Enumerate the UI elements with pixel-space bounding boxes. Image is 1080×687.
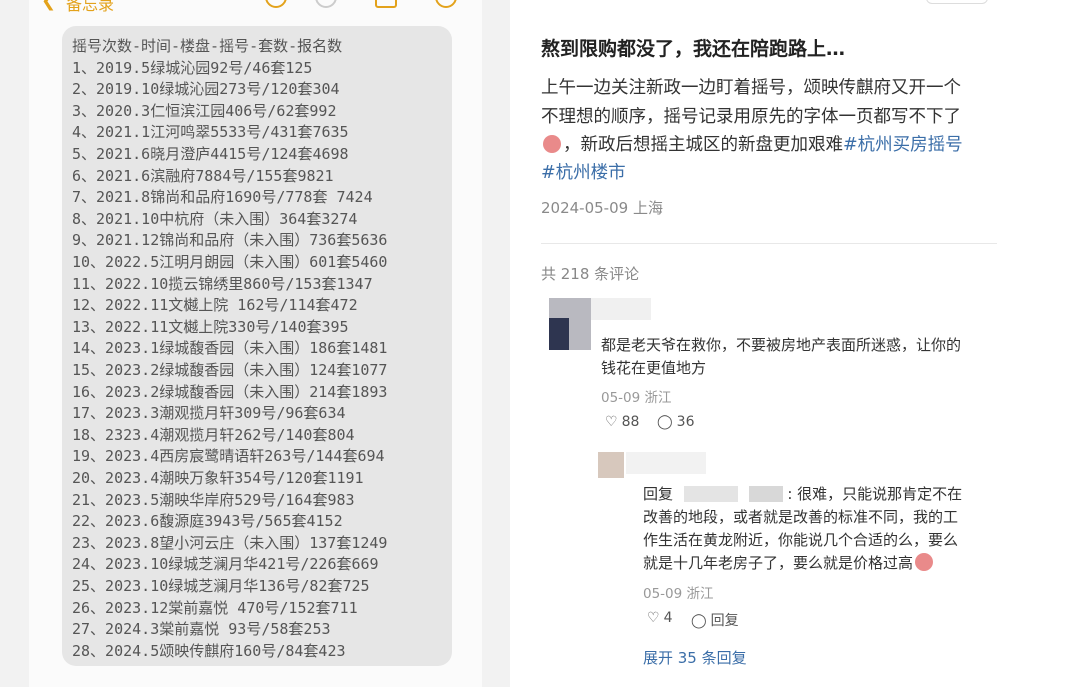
post-body-line: 上午一边关注新政一边盯着摇号，颂映传麒府又开一个 [541, 78, 961, 98]
more-icon[interactable] [435, 0, 457, 8]
reply-meta: 05-09 浙江 [643, 586, 714, 602]
like-button[interactable]: ♡ 88 [605, 414, 639, 430]
note-line: 21、2023.5潮映华岸府529号/164套983 [72, 490, 355, 509]
note-line: 3、2020.3仁恒滨江园406号/62套992 [72, 101, 337, 120]
note-line: 14、2023.1绿城馥香园（未入围）186套1481 [72, 339, 388, 358]
heart-outline-icon: ♡ [605, 414, 618, 430]
notes-nav-bar: ❮ 备忘录 [29, 0, 482, 18]
post-title: 熬到限购都没了，我还在陪跑路上… [541, 38, 846, 60]
undo-icon[interactable] [265, 0, 287, 8]
heart-outline-icon: ♡ [647, 610, 660, 626]
blurred-username [626, 452, 706, 474]
like-count: 4 [663, 610, 673, 626]
note-line: 2、2019.10绿城沁园273号/120套304 [72, 80, 340, 99]
speech-bubble-icon: ◯ [657, 414, 673, 430]
avatar[interactable] [598, 452, 624, 478]
blurred-mention [748, 486, 783, 502]
note-line: 27、2024.3棠前嘉悦 93号/58套253 [72, 620, 331, 639]
like-count: 88 [621, 414, 640, 430]
reply-text: 改善的地段，或者就是改善的标准不同，我的工 [643, 508, 959, 526]
note-line: 18、2323.4潮观揽月轩262号/140套804 [72, 425, 355, 444]
hashtag-link[interactable]: #杭州买房摇号 [843, 135, 963, 155]
crying-face-emoji-icon [915, 553, 934, 571]
follow-button[interactable] [926, 0, 988, 4]
reply-count: 36 [676, 414, 695, 430]
redo-icon[interactable] [315, 0, 337, 8]
reply-text: 就是十几年老房子了，要么就是价格过高 [643, 554, 914, 572]
hashtag-link[interactable]: #杭州楼市 [541, 163, 626, 183]
post-body-line-4: #杭州楼市 [541, 159, 626, 184]
post-meta: 2024-05-09 上海 [541, 199, 663, 217]
note-line: 22、2023.6馥源庭3943号/565套4152 [72, 512, 343, 531]
note-line: 17、2023.3潮观揽月轩309号/96套634 [72, 404, 346, 423]
back-chevron-icon[interactable]: ❮ [41, 0, 56, 11]
post-body-line: 不理想的顺序，摇号记录用原先的字体一页都写不下了 [541, 107, 961, 127]
note-line: 13、2022.11文樾上院330号/140套395 [72, 317, 349, 336]
note-line: 1、2019.5绿城沁园92号/46套125 [72, 58, 313, 77]
note-line: 28、2024.5颂映传麒府160号/84套423 [72, 641, 346, 660]
speech-bubble-icon: ◯ [691, 613, 707, 629]
note-line: 摇号次数-时间-楼盘-摇号-套数-报名数 [72, 37, 343, 55]
expand-replies-link[interactable]: 展开 35 条回复 [643, 647, 747, 668]
note-line: 5、2021.6晓月澄庐4415号/124套4698 [72, 145, 349, 163]
note-line: 6、2021.6滨融府7884号/155套9821 [72, 166, 334, 185]
comment-meta: 05-09 浙江 [601, 390, 672, 406]
note-line: 10、2022.5江明月朗园（未入围）601套5460 [72, 253, 388, 271]
divider [541, 243, 997, 244]
note-line: 12、2022.11文樾上院 162号/114套472 [72, 296, 358, 315]
note-line: 20、2023.4潮映万象轩354号/120套1191 [72, 469, 364, 487]
note-line: 15、2023.2绿城馥香园（未入围）124套1077 [72, 361, 388, 379]
reply-line-1: 回复 : 很难，只能说那肯定不在 [643, 483, 962, 504]
like-button[interactable]: ♡ 4 [647, 610, 672, 626]
share-icon[interactable] [375, 0, 397, 8]
note-line: 9、2021.12锦尚和品府（未入围）736套5636 [72, 231, 388, 250]
comment-text: 钱花在更值地方 [601, 359, 707, 377]
reply-prefix: 回复 [643, 485, 674, 503]
blurred-mention [683, 486, 738, 502]
reply-button[interactable]: ◯ 回复 [691, 610, 739, 630]
note-line: 25、2023.10绿城芝澜月华136号/82套725 [72, 577, 370, 595]
note-line: 16、2023.2绿城馥香园（未入围）214套1893 [72, 382, 388, 401]
post-body-line-3: ，新政后想摇主城区的新盘更加艰难#杭州买房摇号 [541, 131, 963, 156]
note-line: 8、2021.10中杭府（未入围）364套3274 [72, 209, 358, 228]
note-line: 26、2023.12棠前嘉悦 470号/152套711 [72, 598, 358, 617]
comment-text: 都是老天爷在救你，不要被房地产表面所迷惑，让你的 [601, 336, 962, 354]
note-line: 7、2021.8锦尚和品府1690号/778套 7424 [72, 188, 373, 207]
back-button-label[interactable]: 备忘录 [66, 0, 114, 15]
note-line: 11、2022.10揽云锦绣里860号/153套1347 [72, 274, 373, 293]
note-line: 19、2023.4西房宸鹭晴语轩263号/144套694 [72, 447, 385, 466]
reply-text: 作生活在黄龙附近，你能说几个合适的么，要么 [643, 531, 959, 549]
post-body-text: ，新政后想摇主城区的新盘更加艰难 [563, 135, 843, 155]
reply-line-4: 就是十几年老房子了，要么就是价格过高 [643, 552, 935, 573]
avatar-detail [549, 318, 569, 350]
blurred-username [591, 298, 651, 320]
crying-face-emoji-icon [543, 135, 561, 153]
comment-reply-button[interactable]: ◯ 36 [657, 414, 695, 430]
note-line: 24、2023.10绿城芝澜月华421号/226套669 [72, 555, 379, 574]
comment-count: 共 218 条评论 [541, 265, 640, 283]
reply-text: : 很难，只能说那肯定不在 [787, 485, 963, 503]
reply-label: 回复 [710, 613, 739, 629]
note-line: 23、2023.8望小河云庄（未入围）137套1249 [72, 533, 388, 552]
note-line: 4、2021.1江河鸣翠5533号/431套7635 [72, 123, 349, 142]
